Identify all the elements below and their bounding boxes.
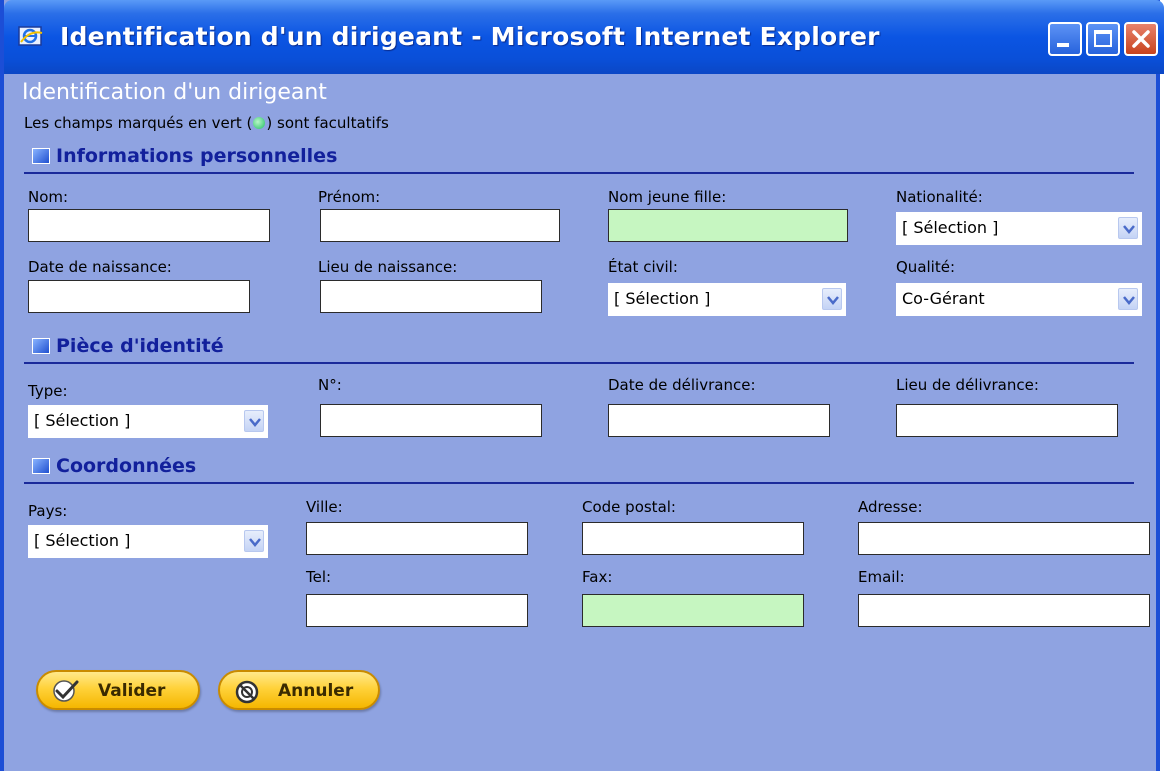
numero-label: N°: xyxy=(318,376,342,394)
pays-label: Pays: xyxy=(28,502,68,520)
section-contact-info: Coordonnées xyxy=(24,454,1134,484)
type-select[interactable]: [ Sélection ] xyxy=(28,405,268,438)
etat-civil-select[interactable]: [ Sélection ] xyxy=(608,283,846,316)
code-postal-label: Code postal: xyxy=(582,498,676,516)
qualite-select[interactable]: Co-Gérant xyxy=(896,283,1142,316)
section-arrow-icon xyxy=(32,338,50,354)
date-naissance-label: Date de naissance: xyxy=(28,258,172,276)
fax-input[interactable] xyxy=(582,594,804,627)
etat-civil-selected-value: [ Sélection ] xyxy=(614,289,711,308)
adresse-input[interactable] xyxy=(858,522,1150,555)
ville-label: Ville: xyxy=(306,498,343,516)
lieu-delivrance-input[interactable] xyxy=(896,404,1118,437)
dropdown-arrow-icon[interactable] xyxy=(244,530,264,552)
close-button[interactable] xyxy=(1124,22,1158,56)
annuler-label: Annuler xyxy=(278,681,354,701)
title-bar[interactable]: Identification d'un dirigeant - Microsof… xyxy=(4,0,1164,74)
type-selected-value: [ Sélection ] xyxy=(34,411,131,430)
nom-jeune-fille-label: Nom jeune fille: xyxy=(608,188,727,206)
tel-input[interactable] xyxy=(306,594,528,627)
maximize-icon xyxy=(1094,30,1112,47)
section-arrow-icon xyxy=(32,148,50,164)
section-title-identity: Pièce d'identité xyxy=(56,335,224,357)
prenom-input[interactable] xyxy=(320,209,560,242)
type-label: Type: xyxy=(28,382,68,400)
pays-selected-value: [ Sélection ] xyxy=(34,531,131,550)
close-icon xyxy=(1132,30,1150,48)
etat-civil-label: État civil: xyxy=(608,258,678,276)
section-arrow-icon xyxy=(32,458,50,474)
ville-input[interactable] xyxy=(306,522,528,555)
legend-text-before: Les champs marqués en vert ( xyxy=(24,114,253,132)
section-title-contact: Coordonnées xyxy=(56,455,197,477)
minimize-icon xyxy=(1057,43,1069,47)
qualite-selected-value: Co-Gérant xyxy=(902,289,985,308)
email-label: Email: xyxy=(858,568,905,586)
section-personal-info: Informations personnelles xyxy=(24,144,1134,174)
numero-input[interactable] xyxy=(320,404,542,437)
lieu-naissance-label: Lieu de naissance: xyxy=(318,258,458,276)
legend-text-after: ) sont facultatifs xyxy=(266,114,389,132)
nationalite-selected-value: [ Sélection ] xyxy=(902,218,999,237)
pays-select[interactable]: [ Sélection ] xyxy=(28,525,268,558)
nationalite-select[interactable]: [ Sélection ] xyxy=(896,212,1142,245)
page-title: Identification d'un dirigeant xyxy=(22,80,327,105)
date-naissance-input[interactable] xyxy=(28,280,250,313)
code-postal-input[interactable] xyxy=(582,522,804,555)
annuler-button[interactable]: Annuler xyxy=(218,670,380,710)
nom-label: Nom: xyxy=(28,188,69,206)
date-delivrance-label: Date de délivrance: xyxy=(608,376,756,394)
window-title: Identification d'un dirigeant - Microsof… xyxy=(60,22,880,51)
section-title-personal: Informations personnelles xyxy=(56,145,338,167)
minimize-button[interactable] xyxy=(1048,22,1082,56)
dropdown-arrow-icon[interactable] xyxy=(1118,217,1138,239)
form-content: Identification d'un dirigeant Les champs… xyxy=(4,74,1156,771)
nationalite-label: Nationalité: xyxy=(896,188,983,206)
section-identity-document: Pièce d'identité xyxy=(24,334,1134,364)
green-dot-icon xyxy=(253,117,266,129)
adresse-label: Adresse: xyxy=(858,498,923,516)
tel-label: Tel: xyxy=(306,568,332,586)
dropdown-arrow-icon[interactable] xyxy=(822,288,842,310)
dropdown-arrow-icon[interactable] xyxy=(1118,288,1138,310)
qualite-label: Qualité: xyxy=(896,258,956,276)
maximize-button[interactable] xyxy=(1086,22,1120,56)
internet-explorer-icon xyxy=(18,26,43,46)
cancel-icon xyxy=(235,680,259,704)
dropdown-arrow-icon[interactable] xyxy=(244,410,264,432)
nom-input[interactable] xyxy=(28,209,270,242)
valider-button[interactable]: Valider xyxy=(36,670,200,710)
valider-label: Valider xyxy=(98,681,166,701)
date-delivrance-input[interactable] xyxy=(608,404,830,437)
nom-jeune-fille-input[interactable] xyxy=(608,209,848,242)
lieu-naissance-input[interactable] xyxy=(320,280,542,313)
browser-window: Identification d'un dirigeant - Microsof… xyxy=(0,0,1164,771)
email-input[interactable] xyxy=(858,594,1150,627)
optional-fields-legend: Les champs marqués en vert ( ) sont facul… xyxy=(24,114,389,132)
checkmark-icon xyxy=(53,680,79,702)
lieu-delivrance-label: Lieu de délivrance: xyxy=(896,376,1039,394)
prenom-label: Prénom: xyxy=(318,188,381,206)
fax-label: Fax: xyxy=(582,568,613,586)
